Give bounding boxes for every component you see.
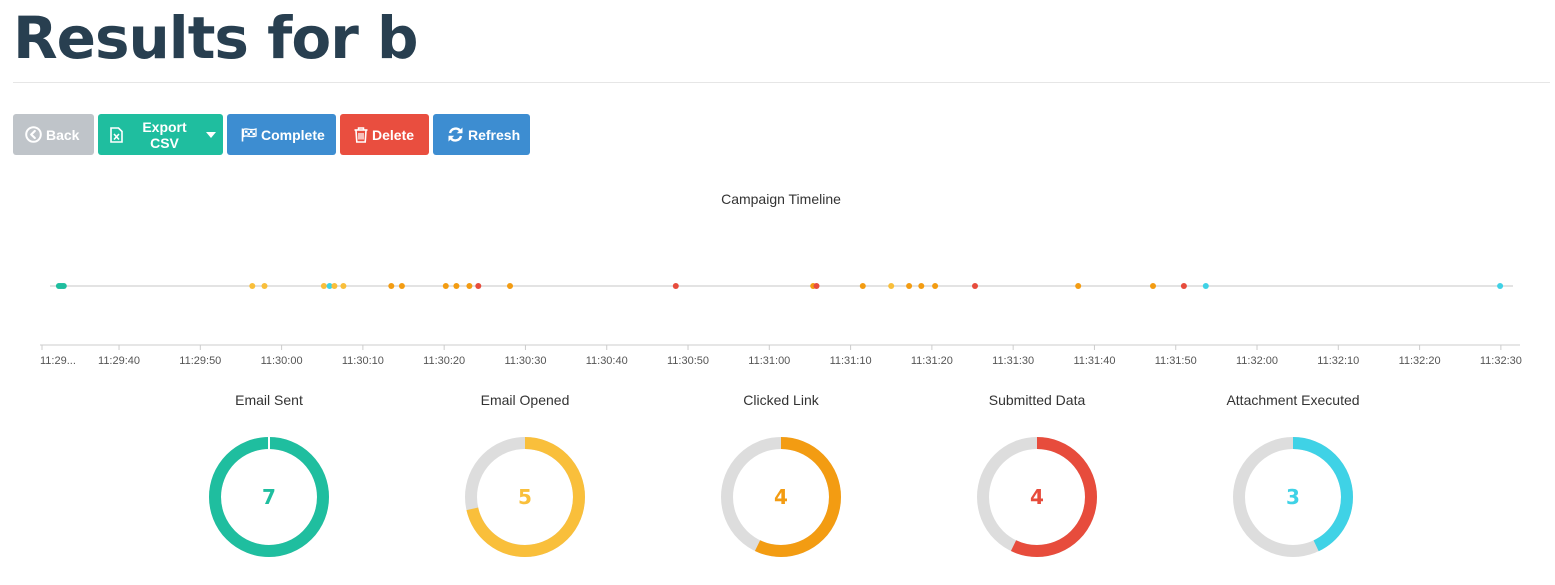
timeline-event-submitted[interactable] xyxy=(475,283,482,289)
export-csv-button-label: Export CSV xyxy=(142,118,187,151)
timeline-tick-label: 11:30:40 xyxy=(586,355,628,367)
attachment-executed-title: Attachment Executed xyxy=(1226,392,1360,408)
timeline-tick-label: 11:29:40 xyxy=(98,355,140,367)
clicked-link-title: Clicked Link xyxy=(743,392,819,408)
timeline-event-clicked[interactable] xyxy=(453,283,460,289)
attachment-executed-count: 3 xyxy=(1286,485,1300,509)
flag-checkered-icon xyxy=(241,127,257,142)
email-opened-title: Email Opened xyxy=(480,392,570,408)
timeline-events xyxy=(50,283,1513,289)
email-sent-stat: Email Sent 7 xyxy=(169,390,369,558)
clicked-link-stat: Clicked Link 4 xyxy=(681,390,881,558)
file-excel-icon xyxy=(110,126,123,143)
refresh-icon xyxy=(447,126,464,143)
timeline-tick-label: 11:31:40 xyxy=(1073,355,1115,367)
timeline-event-clicked[interactable] xyxy=(932,283,939,289)
timeline-event-submitted[interactable] xyxy=(672,283,679,289)
complete-button-label: Complete xyxy=(261,126,325,143)
timeline-tick-label: 11:31:10 xyxy=(830,355,872,367)
email-sent-title: Email Sent xyxy=(235,392,303,408)
timeline-event-opened[interactable] xyxy=(888,283,895,289)
timeline-event-submitted[interactable] xyxy=(813,283,820,289)
timeline-event-clicked[interactable] xyxy=(918,283,925,289)
timeline-tick-label: 11:31:50 xyxy=(1155,355,1197,367)
attachment-executed-donut: 3 xyxy=(1232,436,1354,558)
timeline-tick-label: 11:30:10 xyxy=(342,355,384,367)
submitted-data-donut: 4 xyxy=(976,436,1098,558)
timeline-tick-label: 11:32:00 xyxy=(1236,355,1278,367)
submitted-data-count: 4 xyxy=(1030,485,1044,509)
timeline-event-clicked[interactable] xyxy=(398,283,405,289)
campaign-timeline-chart: 11:29... 11:29:40 11:29:50 11:30:00 11:30:10… xyxy=(40,283,1522,367)
clicked-link-donut: 4 xyxy=(720,436,842,558)
timeline-tick-label: 11:32:30 xyxy=(1480,355,1522,367)
timeline-event-executed[interactable] xyxy=(1497,283,1504,289)
timeline-event-clicked[interactable] xyxy=(859,283,866,289)
email-opened-count: 5 xyxy=(518,485,532,509)
timeline-event-sent[interactable] xyxy=(60,283,67,289)
timeline-event-opened[interactable] xyxy=(320,283,327,289)
timeline-axis: 11:29... 11:29:40 11:29:50 11:30:00 11:30:10… xyxy=(40,344,1522,367)
complete-button[interactable]: Complete xyxy=(227,114,336,155)
title-divider xyxy=(13,82,1550,83)
submitted-data-title: Submitted Data xyxy=(988,392,1086,408)
timeline-event-submitted[interactable] xyxy=(1180,283,1187,289)
attachment-executed-stat: Attachment Executed 3 xyxy=(1193,390,1393,558)
timeline-tick-label: 11:31:00 xyxy=(748,355,790,367)
timeline-event-opened[interactable] xyxy=(261,283,268,289)
trash-icon xyxy=(354,126,368,143)
caret-down-icon xyxy=(206,131,216,138)
timeline-event-clicked[interactable] xyxy=(388,283,395,289)
action-toolbar: Back Export CSV Complete Delete Refresh xyxy=(13,114,530,155)
timeline-tick-label: 11:32:20 xyxy=(1399,355,1441,367)
timeline-tick-label: 11:29... xyxy=(40,355,76,367)
timeline-event-clicked[interactable] xyxy=(507,283,513,289)
timeline-tick-label: 11:30:20 xyxy=(423,355,465,367)
timeline-title: Campaign Timeline xyxy=(721,191,841,207)
email-sent-donut: 7 xyxy=(208,436,330,558)
clicked-link-count: 4 xyxy=(774,485,788,509)
timeline-event-opened[interactable] xyxy=(249,283,256,289)
refresh-button-label: Refresh xyxy=(468,126,521,143)
email-opened-donut: 5 xyxy=(464,436,586,558)
delete-button-label: Delete xyxy=(372,126,415,143)
back-button-label: Back xyxy=(46,126,80,143)
timeline-event-clicked[interactable] xyxy=(1150,283,1156,289)
timeline-tick-label: 11:30:50 xyxy=(667,355,709,367)
timeline-tick-label: 11:29:50 xyxy=(179,355,221,367)
timeline-event-executed[interactable] xyxy=(1202,283,1209,289)
timeline-tick-label: 11:30:00 xyxy=(261,355,303,367)
timeline-event-clicked[interactable] xyxy=(906,283,913,289)
export-csv-button[interactable]: Export CSV xyxy=(98,114,223,155)
page-title: Results for b xyxy=(13,4,419,72)
timeline-event-opened[interactable] xyxy=(340,283,347,289)
delete-button[interactable]: Delete xyxy=(340,114,429,155)
timeline-event-submitted[interactable] xyxy=(972,283,978,289)
timeline-event-opened[interactable] xyxy=(331,283,338,289)
timeline-event-clicked[interactable] xyxy=(466,283,473,289)
submitted-data-stat: Submitted Data 4 xyxy=(937,390,1137,558)
email-sent-count: 7 xyxy=(262,485,276,509)
timeline-event-clicked[interactable] xyxy=(442,283,449,289)
timeline-tick-label: 11:31:30 xyxy=(992,355,1034,367)
email-opened-stat: Email Opened 5 xyxy=(425,390,625,558)
circle-arrow-left-icon xyxy=(25,126,42,143)
refresh-button[interactable]: Refresh xyxy=(433,114,530,155)
back-button[interactable]: Back xyxy=(13,114,94,155)
timeline-tick-label: 11:31:20 xyxy=(911,355,953,367)
results-page: Results for b Back Export CSV Complete D… xyxy=(0,0,1555,585)
timeline-event-clicked[interactable] xyxy=(1075,283,1082,289)
timeline-tick-label: 11:30:30 xyxy=(504,355,546,367)
timeline-tick-label: 11:32:10 xyxy=(1317,355,1359,367)
